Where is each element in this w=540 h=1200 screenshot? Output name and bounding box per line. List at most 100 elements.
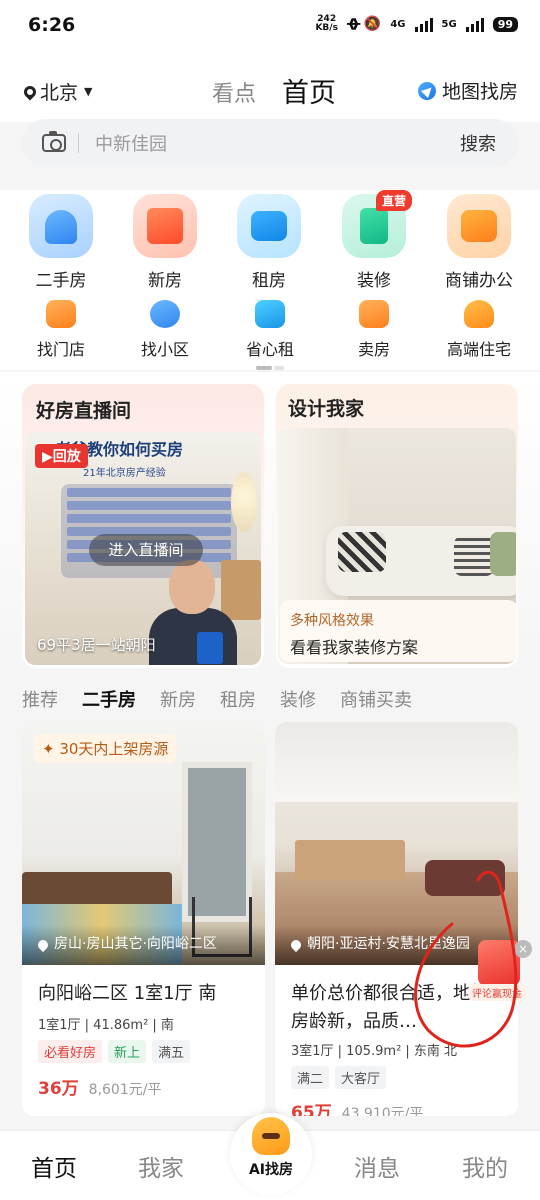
total-price: 65万 [291, 1103, 332, 1116]
live-thumbnail[interactable]: 老爸教你如何买房 21年北京房产经验 ▶回放 进入直播间 69平3居一站朝阳 [25, 432, 261, 665]
entry-label: 找小区 [140, 340, 189, 359]
location-pin-icon [35, 937, 51, 953]
listing-tag: 满二 [291, 1066, 330, 1089]
listing-tags: 满二 大客厅 [291, 1066, 387, 1089]
signal-icon [414, 17, 433, 32]
listing-spec: 1室1厅 | 41.86m² | 南 [38, 1018, 174, 1033]
top-header: 北京 ▼ 看点 首页 地图找房 [0, 52, 540, 122]
cabinet-decor [295, 840, 405, 880]
tab-my-home[interactable]: 我家 [138, 1149, 184, 1183]
map-search-button[interactable]: 地图找房 [417, 77, 518, 104]
location-pin-icon [21, 83, 39, 100]
entry-label: 二手房 [35, 271, 87, 291]
live-banner-sub: 21年北京房产经验 [83, 468, 166, 479]
status-bar: 6:26 242 KB/s ᚖ 🔕 4G 5G 99 [0, 0, 540, 52]
status-icons: 242 KB/s ᚖ 🔕 4G 5G 99 [315, 15, 518, 33]
signal-icon-2 [465, 17, 484, 32]
pillow-decor [490, 532, 516, 576]
design-card-title: 设计我家 [288, 398, 365, 420]
listing-card[interactable]: 朝阳·亚运村·安慧北里逸园 单价总价都很合适，地铁，房龄新，品质… 3室1厅 |… [275, 722, 518, 1116]
community-search-icon [150, 300, 180, 328]
camera-icon[interactable] [42, 131, 66, 152]
entry-find-store[interactable]: 找门店 [21, 300, 101, 360]
mute-icon: 🔕 [363, 16, 382, 32]
vibrate-icon: ᚖ [346, 16, 355, 32]
entry-label: 新房 [148, 271, 182, 291]
live-caption: 69平3居一站朝阳 [37, 636, 156, 654]
search-input[interactable]: 中新佳园 [95, 130, 460, 156]
feed-tab-renovation[interactable]: 装修 [280, 686, 316, 712]
ai-search-button[interactable]: AI找房 [230, 1113, 312, 1195]
feed-tab-shop-trade[interactable]: 商铺买卖 [340, 686, 412, 712]
caret-down-icon: ▼ [84, 85, 93, 98]
entry-shop-office[interactable]: 商铺办公 [445, 194, 513, 291]
bottom-tab-bar: 首页 我家 AI找房 消息 我的 [0, 1113, 540, 1200]
live-card-title: 好房直播间 [36, 400, 132, 422]
replay-badge: ▶回放 [35, 444, 88, 468]
tab-messages[interactable]: 消息 [354, 1149, 400, 1183]
quick-entry-grid: 二手房 新房 租房 装修 直营 商铺办公 找门店 找小区 省心租 卖房 高端住宅 [0, 190, 540, 370]
entry-label: 商铺办公 [445, 271, 513, 291]
feed-tab-recommend[interactable]: 推荐 [22, 686, 58, 712]
unit-price: 43,910元/平 [341, 1106, 424, 1116]
listing-spec: 3室1厅 | 105.9m² | 东南 北 [291, 1044, 458, 1059]
tab-kandian[interactable]: 看点 [212, 76, 256, 108]
listing-price: 65万 43,910元/平 [291, 1098, 423, 1116]
tab-home-bottom[interactable]: 首页 [31, 1149, 77, 1183]
crown-icon [464, 300, 494, 328]
listing-card[interactable]: ✦ 30天内上架房源 房山·房山其它·向阳峪二区 向阳峪二区 1室1厅 南 1室… [22, 722, 265, 1116]
listing-tag: 新上 [108, 1040, 147, 1063]
feed-tabs: 推荐 二手房 新房 租房 装修 商铺买卖 [0, 678, 540, 720]
entry-new-home[interactable]: 新房 [132, 194, 198, 291]
sofa-decor [425, 860, 505, 896]
entry-find-community[interactable]: 找小区 [125, 300, 205, 360]
pillow-decor [338, 532, 386, 572]
feed-tab-new-home[interactable]: 新房 [160, 686, 196, 712]
entry-rent[interactable]: 租房 [236, 194, 302, 291]
feature-cards: 好房直播间 老爸教你如何买房 21年北京房产经验 ▶回放 进入直播间 69平3居… [0, 372, 540, 678]
live-room-card[interactable]: 好房直播间 老爸教你如何买房 21年北京房产经验 ▶回放 进入直播间 69平3居… [22, 384, 264, 668]
tab-mine[interactable]: 我的 [462, 1149, 508, 1183]
listing-photo[interactable]: 朝阳·亚运村·安慧北里逸园 [275, 722, 518, 965]
review-reward-float[interactable]: 评论赢现金 × [462, 940, 534, 1002]
design-home-card[interactable]: 设计我家 多种风格效果 看看我家装修方案 [276, 384, 518, 668]
map-search-label: 地图找房 [441, 81, 518, 103]
entry-second-hand[interactable]: 二手房 [28, 194, 94, 291]
entry-luxury[interactable]: 高端住宅 [439, 300, 519, 360]
feed-tab-second-hand[interactable]: 二手房 [82, 686, 136, 712]
entry-label: 卖房 [357, 340, 390, 359]
tag-icon [359, 300, 389, 328]
tab-home[interactable]: 首页 [282, 71, 336, 110]
promo-tag: ✦ 30天内上架房源 [34, 734, 177, 763]
search-bar[interactable]: 中新佳园 搜索 [22, 119, 518, 167]
entry-label: 高端住宅 [446, 340, 511, 359]
search-button[interactable]: 搜索 [460, 130, 496, 156]
listing-tag: 大客厅 [335, 1066, 387, 1089]
entry-easy-rent[interactable]: 省心租 [230, 300, 310, 360]
network-4g: 4G [390, 18, 406, 30]
entry-label: 省心租 [245, 340, 294, 359]
divider [78, 133, 79, 153]
entry-label: 找门店 [36, 340, 85, 359]
lamp-decor [231, 472, 257, 532]
listing-tag: 满五 [152, 1040, 191, 1063]
design-caption: 多种风格效果 看看我家装修方案 [280, 600, 516, 662]
feed-tab-rent[interactable]: 租房 [220, 686, 256, 712]
design-thumbnail[interactable]: 多种风格效果 看看我家装修方案 [278, 428, 516, 664]
ai-mascot-icon [252, 1117, 290, 1155]
house-icon [29, 194, 93, 258]
listing-location: 房山·房山其它·向阳峪二区 [22, 925, 265, 965]
listing-title[interactable]: 向阳峪二区 1室1厅 南 [38, 980, 254, 1008]
status-time: 6:26 [28, 14, 76, 36]
building-icon [133, 194, 197, 258]
listing-photo[interactable]: ✦ 30天内上架房源 房山·房山其它·向阳峪二区 [22, 722, 265, 965]
city-selector[interactable]: 北京 ▼ [21, 78, 93, 105]
close-icon[interactable]: × [514, 940, 532, 958]
entry-sell-home[interactable]: 卖房 [334, 300, 414, 360]
navigation-arrow-icon [417, 81, 436, 100]
location-pin-icon [288, 937, 304, 953]
enter-live-button[interactable]: 进入直播间 [89, 534, 203, 566]
host-sign [197, 632, 223, 664]
page-indicator [256, 366, 284, 370]
entry-label: 装修 [357, 271, 391, 291]
